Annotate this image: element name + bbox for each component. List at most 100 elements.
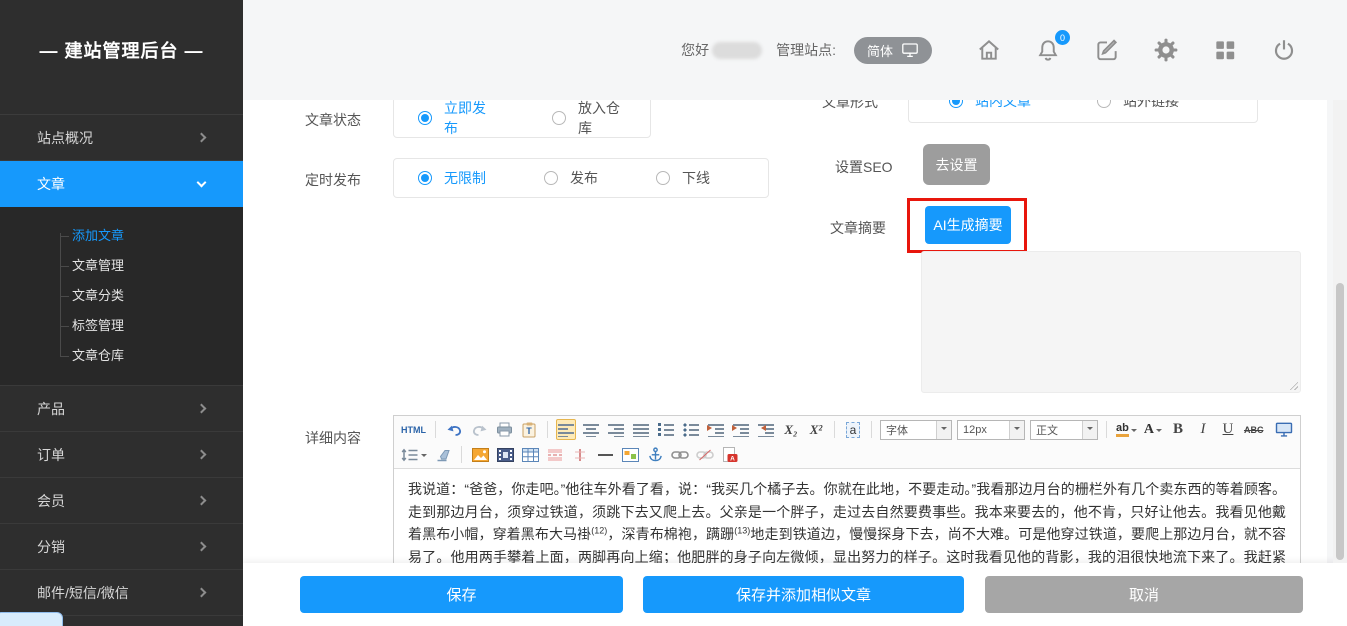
paste-as-text-icon[interactable]: T (519, 419, 539, 440)
sidebar-item-label: 产品 (37, 399, 65, 419)
insert-break-icon[interactable] (570, 444, 590, 465)
submenu-item-tag-manage[interactable]: 标签管理 (0, 311, 243, 341)
greeting-text: 您好 (681, 40, 709, 60)
auto-typeset-icon[interactable]: a (843, 419, 863, 440)
submenu-item-add-article[interactable]: 添加文章 (0, 221, 243, 251)
insert-video-icon[interactable] (495, 444, 515, 465)
chevron-right-icon (197, 404, 207, 414)
sidebar-item-label: 站点概况 (37, 128, 93, 148)
insert-table-icon[interactable] (520, 444, 540, 465)
insert-image-icon[interactable] (470, 444, 490, 465)
font-size-select[interactable]: 12px (957, 420, 1025, 440)
sidebar-item-label: 订单 (37, 445, 65, 465)
indent-icon[interactable] (731, 419, 751, 440)
save-and-add-similar-button[interactable]: 保存并添加相似文章 (643, 576, 964, 613)
ai-generate-summary-button[interactable]: AI生成摘要 (925, 206, 1011, 244)
footnote-marker: (13) (734, 525, 750, 535)
first-line-indent-icon[interactable] (706, 419, 726, 440)
remove-format-icon[interactable] (433, 444, 453, 465)
chevron-down-icon (936, 421, 951, 439)
content-panel: 文章状态 立即发布 放入仓库 定时发布 无限制 发布 下线 (243, 100, 1327, 626)
page-break-icon[interactable] (545, 444, 565, 465)
apps-icon[interactable] (1212, 37, 1238, 63)
summary-label: 文章摘要 (830, 218, 886, 238)
radio-internal-article[interactable]: 站内文章 (949, 100, 1031, 111)
ordered-list-icon[interactable] (656, 419, 676, 440)
unlink-icon[interactable] (695, 444, 715, 465)
line-height-icon[interactable] (400, 444, 428, 465)
radio-checked-icon (418, 111, 432, 125)
power-icon[interactable] (1271, 37, 1297, 63)
italic-icon[interactable]: I (1193, 419, 1213, 440)
sidebar-item-site-overview[interactable]: 站点概况 (0, 115, 243, 161)
align-right-icon[interactable] (606, 419, 626, 440)
print-icon[interactable] (494, 419, 514, 440)
page-scrollbar-thumb[interactable] (1336, 283, 1344, 560)
sidebar-item-products[interactable]: 产品 (0, 386, 243, 432)
font-family-select[interactable]: 字体 (880, 420, 952, 440)
language-switch-button[interactable]: 简体 (854, 37, 932, 64)
align-left-icon[interactable] (556, 419, 576, 440)
sidebar-item-orders[interactable]: 订单 (0, 432, 243, 478)
insert-pdf-icon[interactable]: A (720, 444, 740, 465)
radio-publish[interactable]: 发布 (544, 168, 598, 188)
radio-unchecked-icon (544, 171, 558, 185)
radio-external-link[interactable]: 站外链接 (1097, 100, 1179, 111)
seo-setup-button[interactable]: 去设置 (923, 144, 990, 185)
submenu-item-article-manage[interactable]: 文章管理 (0, 251, 243, 281)
sidebar-item-label: 分销 (37, 537, 65, 557)
fullscreen-icon[interactable] (1274, 419, 1294, 440)
toolbar-row-2: A (394, 443, 1300, 468)
radio-offline[interactable]: 下线 (656, 168, 710, 188)
bold-icon[interactable]: B (1168, 419, 1188, 440)
image-map-icon[interactable] (620, 444, 640, 465)
article-form-radio-group: 站内文章 站外链接 (908, 100, 1258, 123)
superscript-icon[interactable]: X² (806, 419, 826, 440)
article-status-label: 文章状态 (305, 110, 361, 130)
radio-put-in-warehouse[interactable]: 放入仓库 (552, 100, 626, 138)
outdent-icon[interactable] (756, 419, 776, 440)
summary-textarea[interactable] (921, 251, 1301, 393)
settings-icon[interactable] (1153, 37, 1179, 63)
font-color-icon[interactable]: A (1143, 419, 1163, 440)
cancel-button[interactable]: 取消 (985, 576, 1303, 613)
unordered-list-icon[interactable] (681, 419, 701, 440)
home-icon[interactable] (976, 37, 1002, 63)
underline-icon[interactable]: U (1218, 419, 1238, 440)
footnote-marker: (12) (591, 525, 607, 535)
submenu-item-article-category[interactable]: 文章分类 (0, 281, 243, 311)
radio-no-limit[interactable]: 无限制 (418, 168, 486, 188)
link-icon[interactable] (670, 444, 690, 465)
save-button[interactable]: 保存 (300, 576, 623, 613)
html-source-icon[interactable]: HTML (400, 419, 427, 440)
sidebar-item-mail-sms-wechat[interactable]: 邮件/短信/微信 (0, 570, 243, 616)
anchor-icon[interactable] (645, 444, 665, 465)
paragraph-format-select[interactable]: 正文 (1030, 420, 1098, 440)
horizontal-rule-icon[interactable] (595, 444, 615, 465)
radio-unchecked-icon (1097, 100, 1111, 108)
timed-publish-label: 定时发布 (305, 170, 361, 190)
undo-icon[interactable] (444, 419, 464, 440)
sidebar: — 建站管理后台 — 站点概况 文章 添加文章 文章管理 文章分类 标签管理 文… (0, 0, 243, 626)
align-justify-icon[interactable] (631, 419, 651, 440)
strikethrough-icon[interactable]: ABC (1243, 419, 1265, 440)
radio-publish-now[interactable]: 立即发布 (418, 100, 492, 138)
red-annotation-box: AI生成摘要 (907, 198, 1027, 253)
sidebar-item-distribution[interactable]: 分销 (0, 524, 243, 570)
bell-icon[interactable]: 0 (1035, 37, 1061, 63)
resize-handle-icon[interactable] (1289, 381, 1298, 390)
chevron-right-icon (197, 542, 207, 552)
highlight-color-icon[interactable]: ab (1115, 419, 1138, 440)
notification-badge: 0 (1055, 30, 1070, 45)
submenu-item-article-warehouse[interactable]: 文章仓库 (0, 341, 243, 371)
sidebar-item-label: 邮件/短信/微信 (37, 583, 129, 603)
compose-icon[interactable] (1094, 37, 1120, 63)
svg-text:T: T (526, 426, 532, 436)
redo-icon[interactable] (469, 419, 489, 440)
editor-toolbar: HTML T (394, 416, 1300, 469)
align-center-icon[interactable] (581, 419, 601, 440)
sidebar-item-members[interactable]: 会员 (0, 478, 243, 524)
subscript-icon[interactable]: X₂ (781, 419, 801, 440)
radio-unchecked-icon (656, 171, 670, 185)
sidebar-item-articles[interactable]: 文章 (0, 161, 243, 207)
